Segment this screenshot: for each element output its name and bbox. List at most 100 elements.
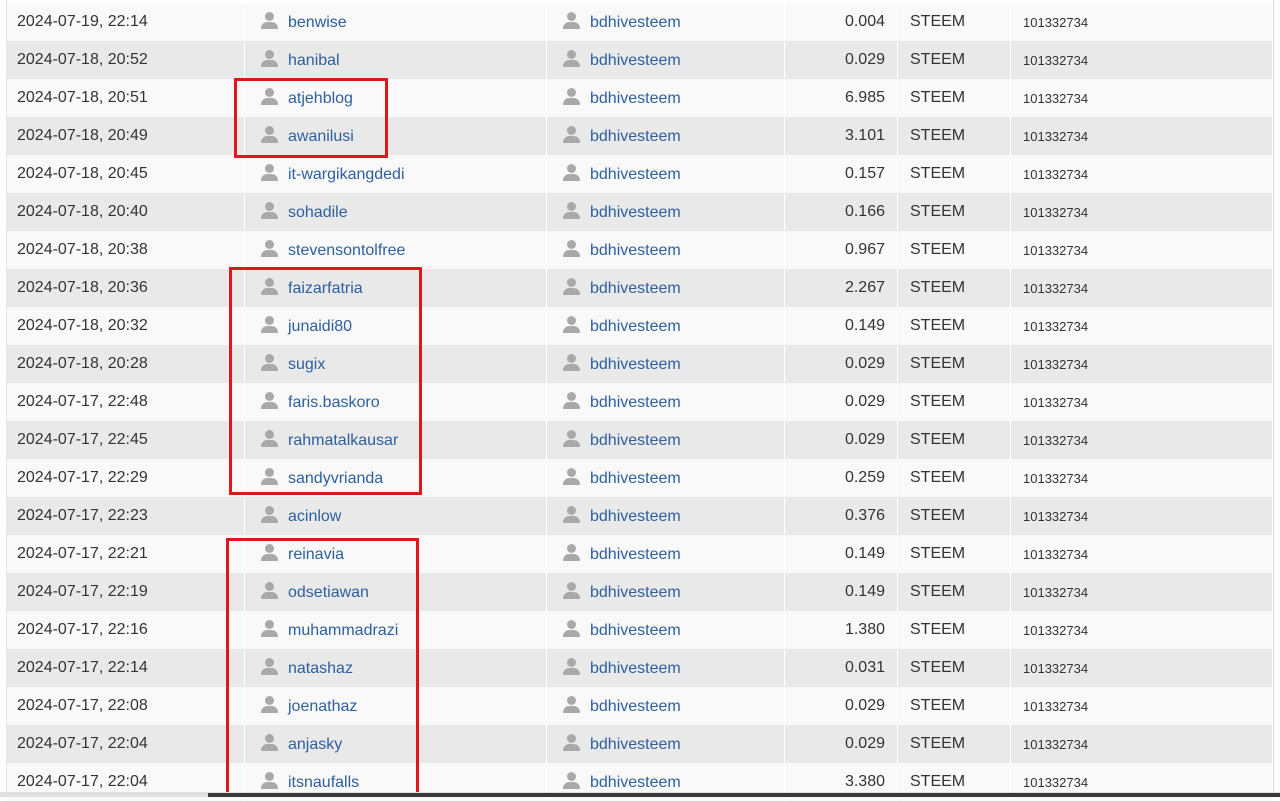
transfer-id: 101332734: [1010, 231, 1273, 269]
sender-link[interactable]: joenathaz: [288, 698, 357, 715]
table-row: 2024-07-17, 22:16 muhammadrazi bdhivesteem…: [7, 611, 1273, 649]
user-icon: [261, 772, 278, 789]
receiver-link[interactable]: bdhivesteem: [590, 318, 681, 335]
user-icon: [261, 430, 278, 447]
sender-link[interactable]: natashaz: [288, 660, 353, 677]
transfer-amount: 0.029: [784, 725, 898, 763]
sender-link[interactable]: atjehblog: [288, 90, 353, 107]
receiver-cell: bdhivesteem: [546, 193, 785, 231]
receiver-link[interactable]: bdhivesteem: [590, 14, 681, 31]
sender-link[interactable]: hanibal: [288, 52, 340, 69]
transfer-id: 101332734: [1010, 725, 1273, 763]
receiver-link[interactable]: bdhivesteem: [590, 90, 681, 107]
transfer-currency: STEEM: [897, 41, 1011, 79]
sender-link[interactable]: sohadile: [288, 204, 348, 221]
transfer-date: 2024-07-18, 20:51: [7, 79, 245, 117]
user-icon: [563, 772, 580, 789]
receiver-cell: bdhivesteem: [546, 345, 785, 383]
transfer-date: 2024-07-18, 20:40: [7, 193, 245, 231]
receiver-link[interactable]: bdhivesteem: [590, 356, 681, 373]
receiver-link[interactable]: bdhivesteem: [590, 584, 681, 601]
transfer-date: 2024-07-17, 22:45: [7, 421, 245, 459]
sender-cell: sugix: [244, 345, 547, 383]
receiver-link[interactable]: bdhivesteem: [590, 432, 681, 449]
transfer-date: 2024-07-17, 22:08: [7, 687, 245, 725]
transfer-amount: 0.149: [784, 573, 898, 611]
table-row: 2024-07-17, 22:19 odsetiawan bdhivesteem 0.…: [7, 573, 1273, 611]
receiver-link[interactable]: bdhivesteem: [590, 470, 681, 487]
sender-link[interactable]: faris.baskoro: [288, 394, 380, 411]
user-icon: [261, 620, 278, 637]
sender-cell: anjasky: [244, 725, 547, 763]
transfer-amount: 0.149: [784, 307, 898, 345]
sender-link[interactable]: sugix: [288, 356, 325, 373]
transfer-date: 2024-07-17, 22:19: [7, 573, 245, 611]
receiver-link[interactable]: bdhivesteem: [590, 128, 681, 145]
table-row: 2024-07-18, 20:51 atjehblog bdhivesteem 6.9…: [7, 79, 1273, 117]
table-row: 2024-07-17, 22:04 anjasky bdhivesteem 0.029…: [7, 725, 1273, 763]
sender-link[interactable]: it-wargikangdedi: [288, 166, 405, 183]
transfer-id: 101332734: [1010, 497, 1273, 535]
sender-cell: rahmatalkausar: [244, 421, 547, 459]
transfer-amount: 0.029: [784, 41, 898, 79]
user-icon: [563, 354, 580, 371]
transfer-id: 101332734: [1010, 193, 1273, 231]
sender-link[interactable]: awanilusi: [288, 128, 354, 145]
receiver-link[interactable]: bdhivesteem: [590, 622, 681, 639]
transfer-currency: STEEM: [897, 649, 1011, 687]
receiver-link[interactable]: bdhivesteem: [590, 660, 681, 677]
horizontal-scrollbar[interactable]: [0, 792, 1280, 797]
receiver-cell: bdhivesteem: [546, 459, 785, 497]
receiver-link[interactable]: bdhivesteem: [590, 394, 681, 411]
receiver-cell: bdhivesteem: [546, 611, 785, 649]
user-icon: [563, 582, 580, 599]
transfer-date: 2024-07-17, 22:23: [7, 497, 245, 535]
transfer-currency: STEEM: [897, 231, 1011, 269]
transfers-table: 2024-07-19, 22:14 benwise bdhivesteem 0.004…: [7, 3, 1273, 801]
transfer-currency: STEEM: [897, 611, 1011, 649]
receiver-link[interactable]: bdhivesteem: [590, 280, 681, 297]
table-row: 2024-07-17, 22:29 sandyvrianda bdhivesteem…: [7, 459, 1273, 497]
user-icon: [563, 468, 580, 485]
transfer-amount: 0.259: [784, 459, 898, 497]
user-icon: [563, 316, 580, 333]
receiver-link[interactable]: bdhivesteem: [590, 774, 681, 791]
sender-link[interactable]: anjasky: [288, 736, 342, 753]
receiver-link[interactable]: bdhivesteem: [590, 166, 681, 183]
sender-cell: muhammadrazi: [244, 611, 547, 649]
receiver-link[interactable]: bdhivesteem: [590, 698, 681, 715]
receiver-cell: bdhivesteem: [546, 231, 785, 269]
sender-link[interactable]: odsetiawan: [288, 584, 369, 601]
sender-link[interactable]: reinavia: [288, 546, 344, 563]
sender-link[interactable]: junaidi80: [288, 318, 352, 335]
sender-link[interactable]: benwise: [288, 14, 347, 31]
transfer-amount: 0.149: [784, 535, 898, 573]
receiver-cell: bdhivesteem: [546, 649, 785, 687]
scrollbar-thumb[interactable]: [208, 793, 1280, 797]
receiver-link[interactable]: bdhivesteem: [590, 204, 681, 221]
transfer-amount: 1.380: [784, 611, 898, 649]
receiver-link[interactable]: bdhivesteem: [590, 52, 681, 69]
receiver-cell: bdhivesteem: [546, 573, 785, 611]
table-row: 2024-07-18, 20:45 it-wargikangdedi bdhives…: [7, 155, 1273, 193]
transfer-id: 101332734: [1010, 421, 1273, 459]
sender-link[interactable]: faizarfatria: [288, 280, 363, 297]
sender-link[interactable]: sandyvrianda: [288, 470, 383, 487]
sender-link[interactable]: rahmatalkausar: [288, 432, 398, 449]
transfer-date: 2024-07-18, 20:49: [7, 117, 245, 155]
receiver-link[interactable]: bdhivesteem: [590, 508, 681, 525]
receiver-cell: bdhivesteem: [546, 421, 785, 459]
sender-link[interactable]: muhammadrazi: [288, 622, 398, 639]
receiver-link[interactable]: bdhivesteem: [590, 546, 681, 563]
transfer-currency: STEEM: [897, 269, 1011, 307]
sender-link[interactable]: acinlow: [288, 508, 341, 525]
receiver-link[interactable]: bdhivesteem: [590, 242, 681, 259]
transfer-date: 2024-07-17, 22:21: [7, 535, 245, 573]
table-row: 2024-07-19, 22:14 benwise bdhivesteem 0.004…: [7, 3, 1273, 41]
sender-link[interactable]: itsnaufalls: [288, 774, 359, 791]
receiver-link[interactable]: bdhivesteem: [590, 736, 681, 753]
sender-link[interactable]: stevensontolfree: [288, 242, 405, 259]
sender-cell: it-wargikangdedi: [244, 155, 547, 193]
user-icon: [261, 164, 278, 181]
table-row: 2024-07-17, 22:23 acinlow bdhivesteem 0.376…: [7, 497, 1273, 535]
